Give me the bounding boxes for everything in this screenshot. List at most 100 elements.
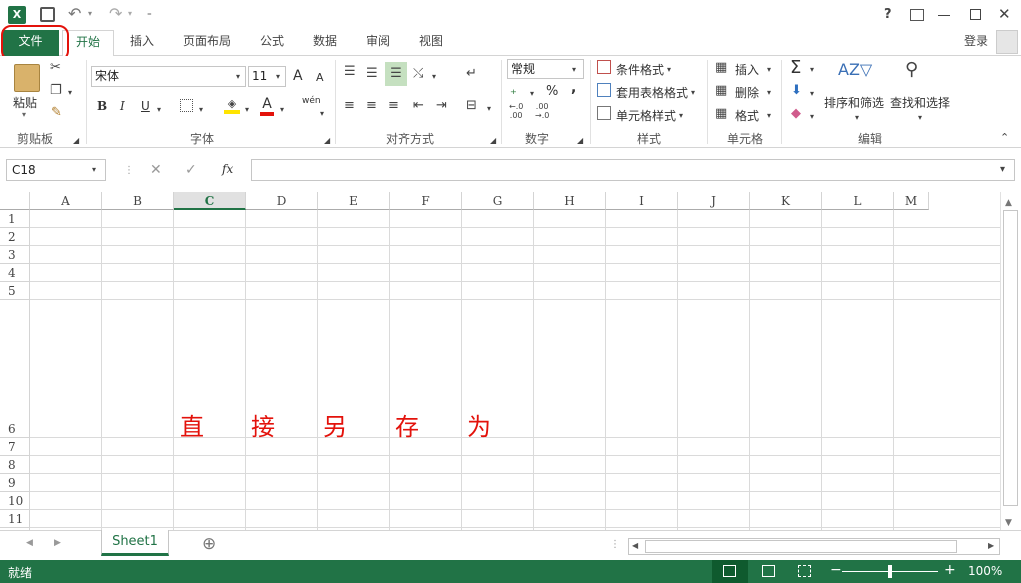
italic-button[interactable]: I — [120, 99, 125, 113]
row-header-5[interactable]: 5 — [0, 282, 30, 300]
page-layout-view-icon[interactable] — [762, 565, 775, 577]
tab-formulas[interactable]: 公式 — [252, 30, 292, 56]
help-button[interactable]: ? — [884, 7, 892, 22]
column-header-l[interactable]: L — [822, 192, 894, 210]
alignment-launcher-icon[interactable]: ◢ — [490, 133, 496, 149]
cell-style-button[interactable]: 单元格样式 — [616, 107, 676, 124]
font-name-select[interactable]: 宋体 — [91, 66, 246, 87]
sheet-next-icon[interactable]: ▶ — [54, 538, 61, 548]
currency-icon[interactable]: ₊ — [510, 83, 517, 99]
row-header-11[interactable]: 11 — [0, 510, 30, 528]
align-middle-icon[interactable]: ☰ — [366, 66, 378, 82]
maximize-icon[interactable] — [970, 9, 981, 20]
fill-color-dropdown-icon[interactable]: ▾ — [245, 102, 249, 118]
tab-view[interactable]: 视图 — [411, 30, 451, 56]
underline-dropdown-icon[interactable]: ▾ — [157, 102, 161, 118]
minimize-icon[interactable] — [938, 15, 950, 16]
font-size-dropdown-icon[interactable]: ▾ — [276, 69, 280, 85]
row-header-10[interactable]: 10 — [0, 492, 30, 510]
orientation-dropdown-icon[interactable]: ▾ — [432, 69, 436, 85]
autosum-button[interactable]: Σ — [790, 57, 801, 78]
underline-button[interactable]: U — [141, 99, 150, 113]
table-format-icon[interactable] — [597, 83, 611, 97]
cell-style-icon[interactable] — [597, 106, 611, 120]
percent-button[interactable]: % — [546, 84, 558, 99]
column-header-a[interactable]: A — [30, 192, 102, 210]
insert-cells-dropdown-icon[interactable]: ▾ — [767, 62, 771, 78]
column-header-i[interactable]: I — [606, 192, 678, 210]
paste-icon[interactable] — [14, 64, 40, 92]
column-header-h[interactable]: H — [534, 192, 606, 210]
table-format-button[interactable]: 套用表格格式 — [616, 84, 688, 101]
add-sheet-button[interactable]: ⊕ — [202, 534, 216, 554]
row-header-2[interactable]: 2 — [0, 228, 30, 246]
format-cells-dropdown-icon[interactable]: ▾ — [767, 108, 771, 124]
fill-color-icon[interactable]: ◈ — [224, 96, 240, 114]
scroll-left-icon[interactable]: ◀ — [632, 541, 638, 550]
font-name-dropdown-icon[interactable]: ▾ — [236, 69, 240, 85]
customize-icon[interactable]: ₌ — [147, 9, 152, 19]
formula-input[interactable] — [251, 159, 1015, 181]
paste-dropdown-icon[interactable]: ▾ — [22, 110, 26, 119]
zoom-out-button[interactable]: − — [830, 562, 842, 578]
copy-icon[interactable]: ❐ — [50, 83, 62, 99]
zoom-slider-thumb[interactable] — [888, 565, 892, 578]
bold-button[interactable]: B — [97, 99, 107, 113]
delete-cells-dropdown-icon[interactable]: ▾ — [767, 85, 771, 101]
conditional-format-icon[interactable] — [597, 60, 611, 74]
column-header-j[interactable]: J — [678, 192, 750, 210]
ribbon-display-icon[interactable] — [910, 9, 924, 21]
insert-function-button[interactable]: fx — [222, 162, 233, 176]
font-launcher-icon[interactable]: ◢ — [324, 133, 330, 149]
merge-center-icon[interactable]: ⊟ — [466, 98, 477, 114]
format-painter-icon[interactable]: ✎ — [51, 105, 62, 121]
border-dropdown-icon[interactable]: ▾ — [199, 102, 203, 118]
zoom-level[interactable]: 100% — [968, 564, 1002, 578]
column-header-k[interactable]: K — [750, 192, 822, 210]
phonetic-dropdown-icon[interactable]: ▾ — [320, 106, 324, 122]
find-select-dropdown-icon[interactable]: ▾ — [918, 110, 922, 126]
font-size-select[interactable]: 11 — [248, 66, 286, 87]
autosum-dropdown-icon[interactable]: ▾ — [810, 62, 814, 78]
scroll-right-icon[interactable]: ▶ — [988, 541, 994, 550]
row-header-3[interactable]: 3 — [0, 246, 30, 264]
merge-dropdown-icon[interactable]: ▾ — [487, 101, 491, 117]
fill-icon[interactable]: ⬇ — [791, 83, 802, 99]
sort-filter-icon[interactable]: AZ▽ — [838, 62, 872, 78]
scroll-up-icon[interactable]: ▲ — [1005, 198, 1012, 208]
clear-dropdown-icon[interactable]: ▾ — [810, 109, 814, 125]
row-header-8[interactable]: 8 — [0, 456, 30, 474]
column-header-f[interactable]: F — [390, 192, 462, 210]
row-header-7[interactable]: 7 — [0, 438, 30, 456]
insert-cells-button[interactable]: 插入 — [735, 61, 759, 78]
avatar[interactable] — [996, 30, 1018, 54]
increase-indent-icon[interactable]: ⇥ — [436, 98, 447, 114]
increase-decimal-icon[interactable]: ←.0.00 — [509, 102, 523, 120]
fill-dropdown-icon[interactable]: ▾ — [810, 86, 814, 102]
wrap-text-icon[interactable]: ↵ — [466, 66, 477, 82]
vertical-scroll-thumb[interactable] — [1003, 210, 1018, 506]
column-header-e[interactable]: E — [318, 192, 390, 210]
font-color-button[interactable]: A — [260, 96, 274, 116]
delete-cells-button[interactable]: 删除 — [735, 84, 759, 101]
formula-resize-icon[interactable]: ⋮ — [124, 163, 134, 179]
expand-formula-icon[interactable]: ▾ — [1000, 162, 1005, 178]
paste-button[interactable]: 粘贴 — [13, 94, 37, 111]
sheet-prev-icon[interactable]: ◀ — [26, 538, 33, 548]
name-box-dropdown-icon[interactable]: ▾ — [92, 162, 96, 178]
align-right-icon[interactable]: ≡ — [388, 98, 399, 114]
collapse-ribbon-icon[interactable]: ⌃ — [1000, 130, 1009, 146]
name-box[interactable]: C18 — [6, 159, 106, 181]
clear-icon[interactable]: ◆ — [791, 106, 801, 122]
copy-dropdown-icon[interactable]: ▾ — [68, 85, 72, 101]
number-format-dropdown-icon[interactable]: ▾ — [572, 62, 576, 78]
row-header-6[interactable]: 6 — [0, 300, 30, 438]
cut-icon[interactable]: ✂ — [50, 60, 61, 76]
select-all-corner[interactable] — [0, 192, 30, 210]
clipboard-launcher-icon[interactable]: ◢ — [73, 133, 79, 149]
column-header-g[interactable]: G — [462, 192, 534, 210]
sort-filter-button[interactable]: 排序和筛选 — [824, 94, 884, 111]
align-top-icon[interactable]: ☰ — [344, 64, 356, 80]
column-header-m[interactable]: M — [894, 192, 929, 210]
format-cells-icon[interactable]: ▦ — [715, 106, 727, 122]
